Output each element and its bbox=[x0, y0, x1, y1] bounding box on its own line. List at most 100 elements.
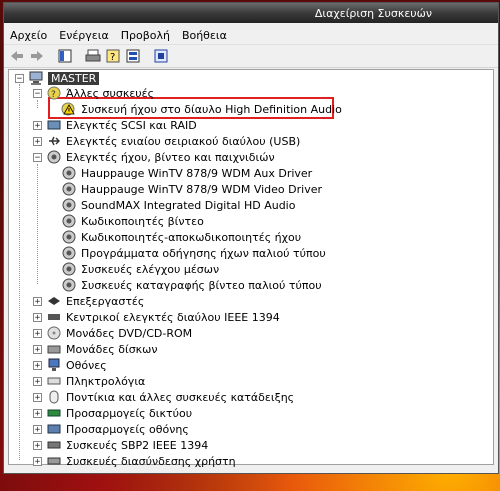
tree-item[interactable]: − Ελεγκτές ήχου, βίντεο και παιχνιδιών bbox=[33, 149, 275, 165]
tree-item[interactable]: SoundMAX Integrated Digital HD Audio bbox=[61, 197, 295, 213]
tree-item[interactable]: Κωδικοποιητές βίντεο bbox=[61, 213, 204, 229]
speaker-icon bbox=[61, 214, 77, 228]
tree-item-label: Ελεγκτές ήχου, βίντεο και παιχνιδιών bbox=[66, 150, 275, 164]
expand-toggle[interactable]: + bbox=[33, 392, 42, 402]
properties-icon[interactable] bbox=[56, 47, 74, 65]
tree-item-label: Προγράμματα οδήγησης ήχων παλιού τύπου bbox=[81, 246, 326, 260]
tree-root[interactable]: − MASTER bbox=[15, 70, 100, 86]
other-devices-icon: ? bbox=[46, 86, 62, 100]
display-adapter-icon bbox=[46, 422, 62, 436]
svg-text:?: ? bbox=[51, 90, 56, 100]
tree-item[interactable]: Κωδικοποιητές-αποκωδικοποιητές ήχου bbox=[61, 229, 301, 245]
speaker-icon bbox=[61, 278, 77, 292]
tree-item[interactable]: + Μονάδες δίσκων bbox=[33, 341, 158, 357]
disk-drive-icon bbox=[46, 342, 62, 356]
expand-toggle[interactable]: + bbox=[33, 296, 42, 306]
tree-item-label: Hauppauge WinTV 878/9 WDM Aux Driver bbox=[81, 166, 313, 180]
tree-item[interactable]: Συσκευές καταγραφής βίντεο παλιού τύπου bbox=[61, 277, 322, 293]
computer-icon bbox=[28, 71, 44, 85]
tree-item-label: Hauppauge WinTV 878/9 WDM Video Driver bbox=[81, 182, 323, 196]
expand-toggle[interactable]: + bbox=[33, 424, 42, 434]
mouse-icon bbox=[46, 390, 62, 404]
tree-item[interactable]: + Ελεγκτές SCSI και RAID bbox=[33, 117, 197, 133]
collapse-toggle[interactable]: − bbox=[33, 88, 42, 98]
tree-item-label: Κωδικοποιητές βίντεο bbox=[81, 214, 204, 228]
print-icon[interactable] bbox=[84, 47, 102, 65]
tree-item-label: Επεξεργαστές bbox=[66, 294, 145, 308]
collapse-toggle[interactable]: − bbox=[15, 73, 24, 83]
usb-icon bbox=[46, 134, 62, 148]
hid-device-icon bbox=[46, 454, 62, 468]
dvd-drive-icon bbox=[46, 326, 62, 340]
forward-arrow-icon[interactable] bbox=[28, 47, 46, 65]
tree-item-label: Συσκευές καταγραφής βίντεο παλιού τύπου bbox=[81, 278, 322, 292]
tree-item[interactable]: + Συσκευές διασύνδεσης χρήστη bbox=[33, 453, 236, 469]
sbp2-device-icon bbox=[46, 438, 62, 452]
expand-toggle[interactable]: + bbox=[33, 408, 42, 418]
speaker-icon bbox=[61, 166, 77, 180]
toolbar: ? bbox=[4, 45, 498, 68]
tree-item-label: Ελεγκτές SCSI και RAID bbox=[66, 118, 197, 132]
collapse-toggle[interactable]: − bbox=[33, 152, 42, 162]
window-title: Διαχείριση Συσκευών bbox=[314, 7, 432, 20]
scan-hardware-icon[interactable] bbox=[152, 47, 170, 65]
tree-item-label: SoundMAX Integrated Digital HD Audio bbox=[81, 198, 296, 212]
tree-item[interactable]: Hauppauge WinTV 878/9 WDM Video Driver bbox=[61, 181, 322, 197]
expand-toggle[interactable]: + bbox=[33, 456, 42, 466]
tree-item[interactable]: + Μονάδες DVD/CD-ROM bbox=[33, 325, 192, 341]
expand-toggle[interactable]: + bbox=[33, 120, 42, 130]
tree-item[interactable]: Hauppauge WinTV 878/9 WDM Aux Driver bbox=[61, 165, 312, 181]
expand-toggle[interactable]: + bbox=[33, 312, 42, 322]
tree-item[interactable]: + Προσαρμογείς δικτύου bbox=[33, 405, 192, 421]
tree-item[interactable]: + Προσαρμογείς οθόνης bbox=[33, 421, 189, 437]
help-icon[interactable]: ? bbox=[104, 47, 122, 65]
menu-help[interactable]: Βοήθεια bbox=[182, 29, 227, 42]
ieee1394-controller-icon bbox=[46, 310, 62, 324]
tree-item-label: Μονάδες δίσκων bbox=[66, 342, 158, 356]
device-tree[interactable]: − MASTER − ? Άλλες συσκευές Συσκευή ήχου… bbox=[8, 69, 494, 468]
menu-action[interactable]: Ενέργεια bbox=[59, 29, 108, 42]
speaker-icon bbox=[61, 262, 77, 276]
expand-toggle[interactable]: + bbox=[33, 360, 42, 370]
tree-root-label: MASTER bbox=[48, 71, 100, 85]
tree-item[interactable]: − ? Άλλες συσκευές bbox=[33, 85, 154, 101]
speaker-icon bbox=[61, 230, 77, 244]
tree-item-label: Πληκτρολόγια bbox=[66, 374, 146, 388]
device-manager-window: Διαχείριση Συσκευών Αρχείο Ενέργεια Προβ… bbox=[3, 2, 499, 474]
expand-toggle[interactable]: + bbox=[33, 136, 42, 146]
tree-item-label: Συσκευές ελέγχου μέσων bbox=[81, 262, 220, 276]
processor-icon bbox=[46, 294, 62, 308]
tree-item[interactable]: Συσκευή ήχου στο δίαυλο High Definition … bbox=[61, 101, 342, 117]
tree-item[interactable]: + Επεξεργαστές bbox=[33, 293, 144, 309]
tree-item-label: Μονάδες DVD/CD-ROM bbox=[66, 326, 193, 340]
tree-item[interactable]: + Ελεγκτές ενιαίου σειριακού διαύλου (US… bbox=[33, 133, 300, 149]
tree-item-label: Κεντρικοί ελεγκτές διαύλου IEEE 1394 bbox=[66, 310, 280, 324]
menu-file[interactable]: Αρχείο bbox=[10, 29, 47, 42]
tree-item-label: Συσκευές διασύνδεσης χρήστη bbox=[66, 454, 236, 468]
tree-item[interactable]: + Κεντρικοί ελεγκτές διαύλου IEEE 1394 bbox=[33, 309, 280, 325]
expand-toggle[interactable]: + bbox=[33, 328, 42, 338]
tree-item[interactable]: + Οθόνες bbox=[33, 357, 107, 373]
tree-item-label: Οθόνες bbox=[66, 358, 107, 372]
toolbar-separator bbox=[76, 47, 82, 65]
menu-view[interactable]: Προβολή bbox=[121, 29, 170, 42]
tree-item[interactable]: Συσκευές ελέγχου μέσων bbox=[61, 261, 219, 277]
tree-item[interactable]: + Ποντίκια και άλλες συσκευές κατάδειξης bbox=[33, 389, 294, 405]
tree-item[interactable]: + Συσκευές SBP2 IEEE 1394 bbox=[33, 437, 208, 453]
toolbar-separator bbox=[48, 47, 54, 65]
expand-toggle[interactable]: + bbox=[33, 376, 42, 386]
expand-toggle[interactable]: + bbox=[33, 344, 42, 354]
monitor-icon bbox=[46, 358, 62, 372]
tree-item[interactable]: Προγράμματα οδήγησης ήχων παλιού τύπου bbox=[61, 245, 326, 261]
keyboard-icon bbox=[46, 374, 62, 388]
speaker-icon bbox=[61, 246, 77, 260]
menu-bar: Αρχείο Ενέργεια Προβολή Βοήθεια bbox=[4, 26, 498, 45]
title-bar[interactable]: Διαχείριση Συσκευών bbox=[4, 3, 498, 23]
tree-item[interactable]: + Πληκτρολόγια bbox=[33, 373, 145, 389]
speaker-icon bbox=[61, 198, 77, 212]
view-icon[interactable] bbox=[124, 47, 142, 65]
tree-item-label: Ελεγκτές ενιαίου σειριακού διαύλου (USB) bbox=[66, 134, 301, 148]
expand-toggle[interactable]: + bbox=[33, 440, 42, 450]
warning-device-icon bbox=[61, 102, 77, 116]
back-arrow-icon[interactable] bbox=[8, 47, 26, 65]
